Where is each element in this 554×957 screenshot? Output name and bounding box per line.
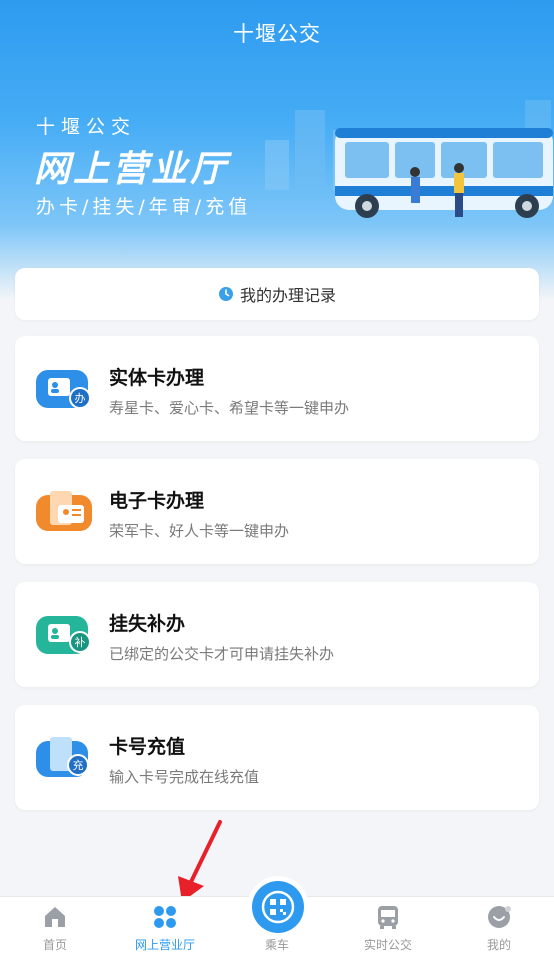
bus-illustration <box>265 100 553 218</box>
tab-online-hall[interactable]: 网上营业厅 <box>110 897 220 957</box>
tab-label: 网上营业厅 <box>134 938 195 952</box>
service-e-card[interactable]: 电子卡办理 荣军卡、好人卡等一键申办 <box>15 459 539 564</box>
service-title: 挂失补办 <box>109 613 186 635</box>
service-title: 实体卡办理 <box>109 367 205 389</box>
service-desc: 输入卡号完成在线充值 <box>109 768 260 786</box>
home-icon <box>45 907 65 927</box>
my-records-label: 我的办理记录 <box>239 286 336 305</box>
service-title: 卡号充值 <box>109 736 186 758</box>
badge-ban: 办 <box>75 392 86 405</box>
qr-code-icon <box>261 890 295 924</box>
clock-icon <box>218 287 233 301</box>
hero-tagline: 办卡/挂失/年审/充值 <box>36 196 252 218</box>
tab-label: 我的 <box>486 938 511 952</box>
ride-qr-button[interactable] <box>252 881 304 933</box>
hero-subtitle: 十堰公交 <box>36 116 137 138</box>
tab-realtime-bus[interactable]: 实时公交 <box>333 897 443 957</box>
service-physical-card[interactable]: 办 实体卡办理 寿星卡、爱心卡、希望卡等一键申办 <box>15 336 539 441</box>
tab-home[interactable]: 首页 <box>0 897 110 957</box>
badge-bu: 补 <box>75 636 86 649</box>
tab-label: 实时公交 <box>363 938 412 952</box>
profile-icon <box>488 906 511 928</box>
id-card-icon: 办 <box>36 370 91 409</box>
hero-banner: 十堰公交 十堰公交 网上营业厅 办卡/挂失/年审/充值 <box>0 0 554 300</box>
service-recharge[interactable]: 充 卡号充值 输入卡号完成在线充值 <box>15 705 539 810</box>
service-desc: 已绑定的公交卡才可申请挂失补办 <box>109 645 335 663</box>
hero-heading: 网上营业厅 <box>34 149 230 190</box>
service-loss-report[interactable]: 补 挂失补办 已绑定的公交卡才可申请挂失补办 <box>15 582 539 687</box>
service-title: 电子卡办理 <box>109 490 205 512</box>
service-desc: 荣军卡、好人卡等一键申办 <box>109 522 290 540</box>
red-arrow-annotation <box>178 820 222 902</box>
app-title: 十堰公交 <box>233 22 321 46</box>
recharge-card-icon: 充 <box>36 737 89 777</box>
bus-icon <box>378 906 398 929</box>
service-desc: 寿星卡、爱心卡、希望卡等一键申办 <box>109 399 350 417</box>
badge-chong: 充 <box>73 758 84 772</box>
grid-dots-icon <box>154 906 176 928</box>
replace-card-icon: 补 <box>36 616 91 654</box>
my-records-button[interactable]: 我的办理记录 <box>15 268 539 320</box>
tab-mine[interactable]: 我的 <box>444 897 554 957</box>
tab-label: 首页 <box>42 938 67 952</box>
tab-label: 乘车 <box>264 938 289 952</box>
e-card-icon <box>36 491 92 531</box>
